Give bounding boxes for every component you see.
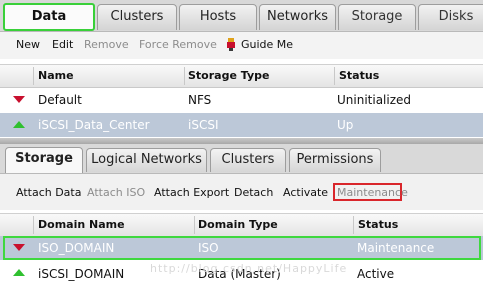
storage-grid-header: Domain Name Domain Type Status [0, 213, 483, 237]
force-remove-button[interactable]: Force Remove [139, 38, 217, 51]
remove-button[interactable]: Remove [84, 38, 129, 51]
column-divider [33, 67, 34, 85]
new-button[interactable]: New [16, 38, 40, 51]
edit-button[interactable]: Edit [52, 38, 73, 51]
dc-name: iSCSI_Data_Center [38, 118, 150, 132]
column-header-domain-name[interactable]: Domain Name [38, 218, 125, 231]
tab-networks[interactable]: Networks [259, 4, 336, 30]
main-tab-bar: Data Centers Clusters Hosts Networks Sto… [0, 0, 483, 48]
dc-status: Up [337, 118, 354, 132]
subtab-permissions[interactable]: Permissions [289, 148, 381, 172]
subtab-clusters[interactable]: Clusters [210, 148, 286, 172]
tab-data-centers[interactable]: Data Centers [3, 3, 95, 48]
activate-button[interactable]: Activate [283, 186, 328, 199]
table-row[interactable]: iSCSI_Data_Center iSCSI Up [0, 113, 483, 137]
column-divider [334, 67, 335, 85]
column-divider [33, 216, 34, 234]
subtab-storage[interactable]: Storage [5, 147, 83, 173]
column-header-storage-type[interactable]: Storage Type [188, 69, 269, 82]
domain-name: iSCSI_DOMAIN [38, 267, 125, 281]
table-row[interactable]: Default NFS Uninitialized [0, 88, 483, 112]
tab-clusters[interactable]: Clusters [97, 4, 177, 30]
status-up-icon [13, 121, 25, 128]
guide-me-button[interactable]: Guide Me [241, 38, 293, 51]
column-header-domain-type[interactable]: Domain Type [198, 218, 278, 231]
maintenance-button[interactable]: Maintenance [337, 186, 408, 199]
subtab-logical-networks[interactable]: Logical Networks [86, 148, 207, 172]
watermark-text: http://blog.csdn.net/HappyLife [150, 262, 348, 275]
tab-disks[interactable]: Disks [418, 4, 483, 30]
status-down-icon [13, 96, 25, 103]
sub-tab-bar: Storage Logical Networks Clusters Permis… [0, 144, 483, 174]
column-divider [184, 67, 185, 85]
detach-button[interactable]: Detach [234, 186, 273, 199]
selected-row-highlight [3, 236, 481, 260]
dc-status: Uninitialized [337, 93, 412, 107]
attach-iso-button[interactable]: Attach ISO [87, 186, 145, 199]
column-header-status[interactable]: Status [339, 69, 379, 82]
tab-storage[interactable]: Storage [338, 4, 416, 30]
column-header-name[interactable]: Name [38, 69, 74, 82]
column-divider [194, 216, 195, 234]
dc-name: Default [38, 93, 82, 107]
guide-me-icon [227, 38, 235, 51]
dc-storage-type: NFS [188, 93, 212, 107]
attach-data-button[interactable]: Attach Data [16, 186, 81, 199]
attach-export-button[interactable]: Attach Export [154, 186, 229, 199]
tab-hosts[interactable]: Hosts [179, 4, 257, 30]
column-header-status[interactable]: Status [358, 218, 398, 231]
dc-storage-type: iSCSI [188, 118, 219, 132]
dc-grid-header: Name Storage Type Status [0, 64, 483, 88]
status-up-icon [13, 269, 25, 276]
column-divider [353, 216, 354, 234]
domain-status: Active [357, 267, 395, 281]
